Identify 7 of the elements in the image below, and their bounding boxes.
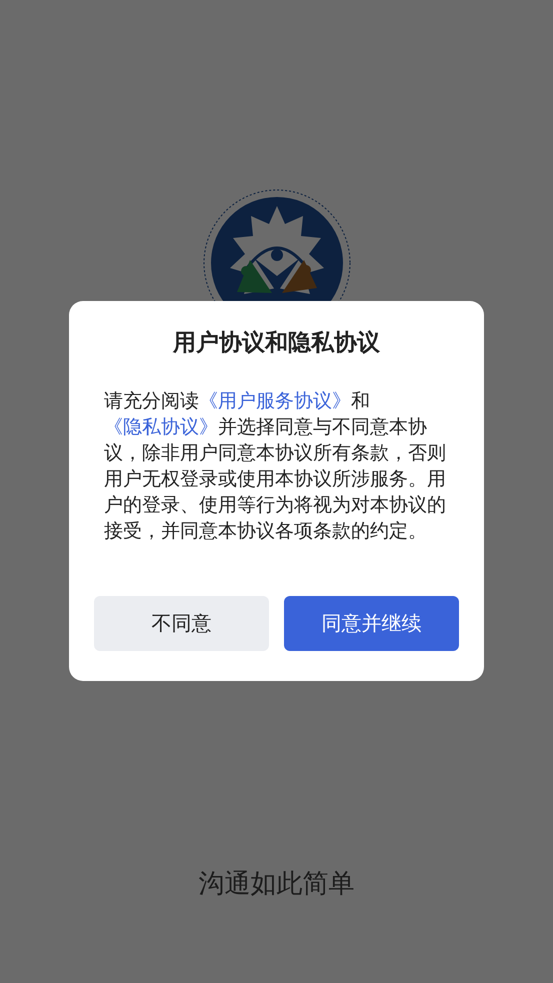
agreement-text: 请充分阅读《用户服务协议》和 《隐私协议》并选择同意与不同意本协议，除非用户同意本协议所有条款，否则用户无权登录或使用本协议所涉服务。用户的登录、使用等行为将视为对本协议的接受，并同意本协议各项条款的约定。: [103, 389, 447, 544]
dialog-title: 用户协议和隐私协议: [173, 329, 380, 358]
disagree-button[interactable]: 不同意: [94, 596, 269, 651]
agreement-link[interactable]: 《用户服务协议》: [199, 390, 351, 412]
agreement-link[interactable]: 《隐私协议》: [104, 416, 218, 438]
slogan: 沟通如此简单: [198, 868, 354, 901]
agree-button[interactable]: 同意并继续: [284, 596, 459, 651]
